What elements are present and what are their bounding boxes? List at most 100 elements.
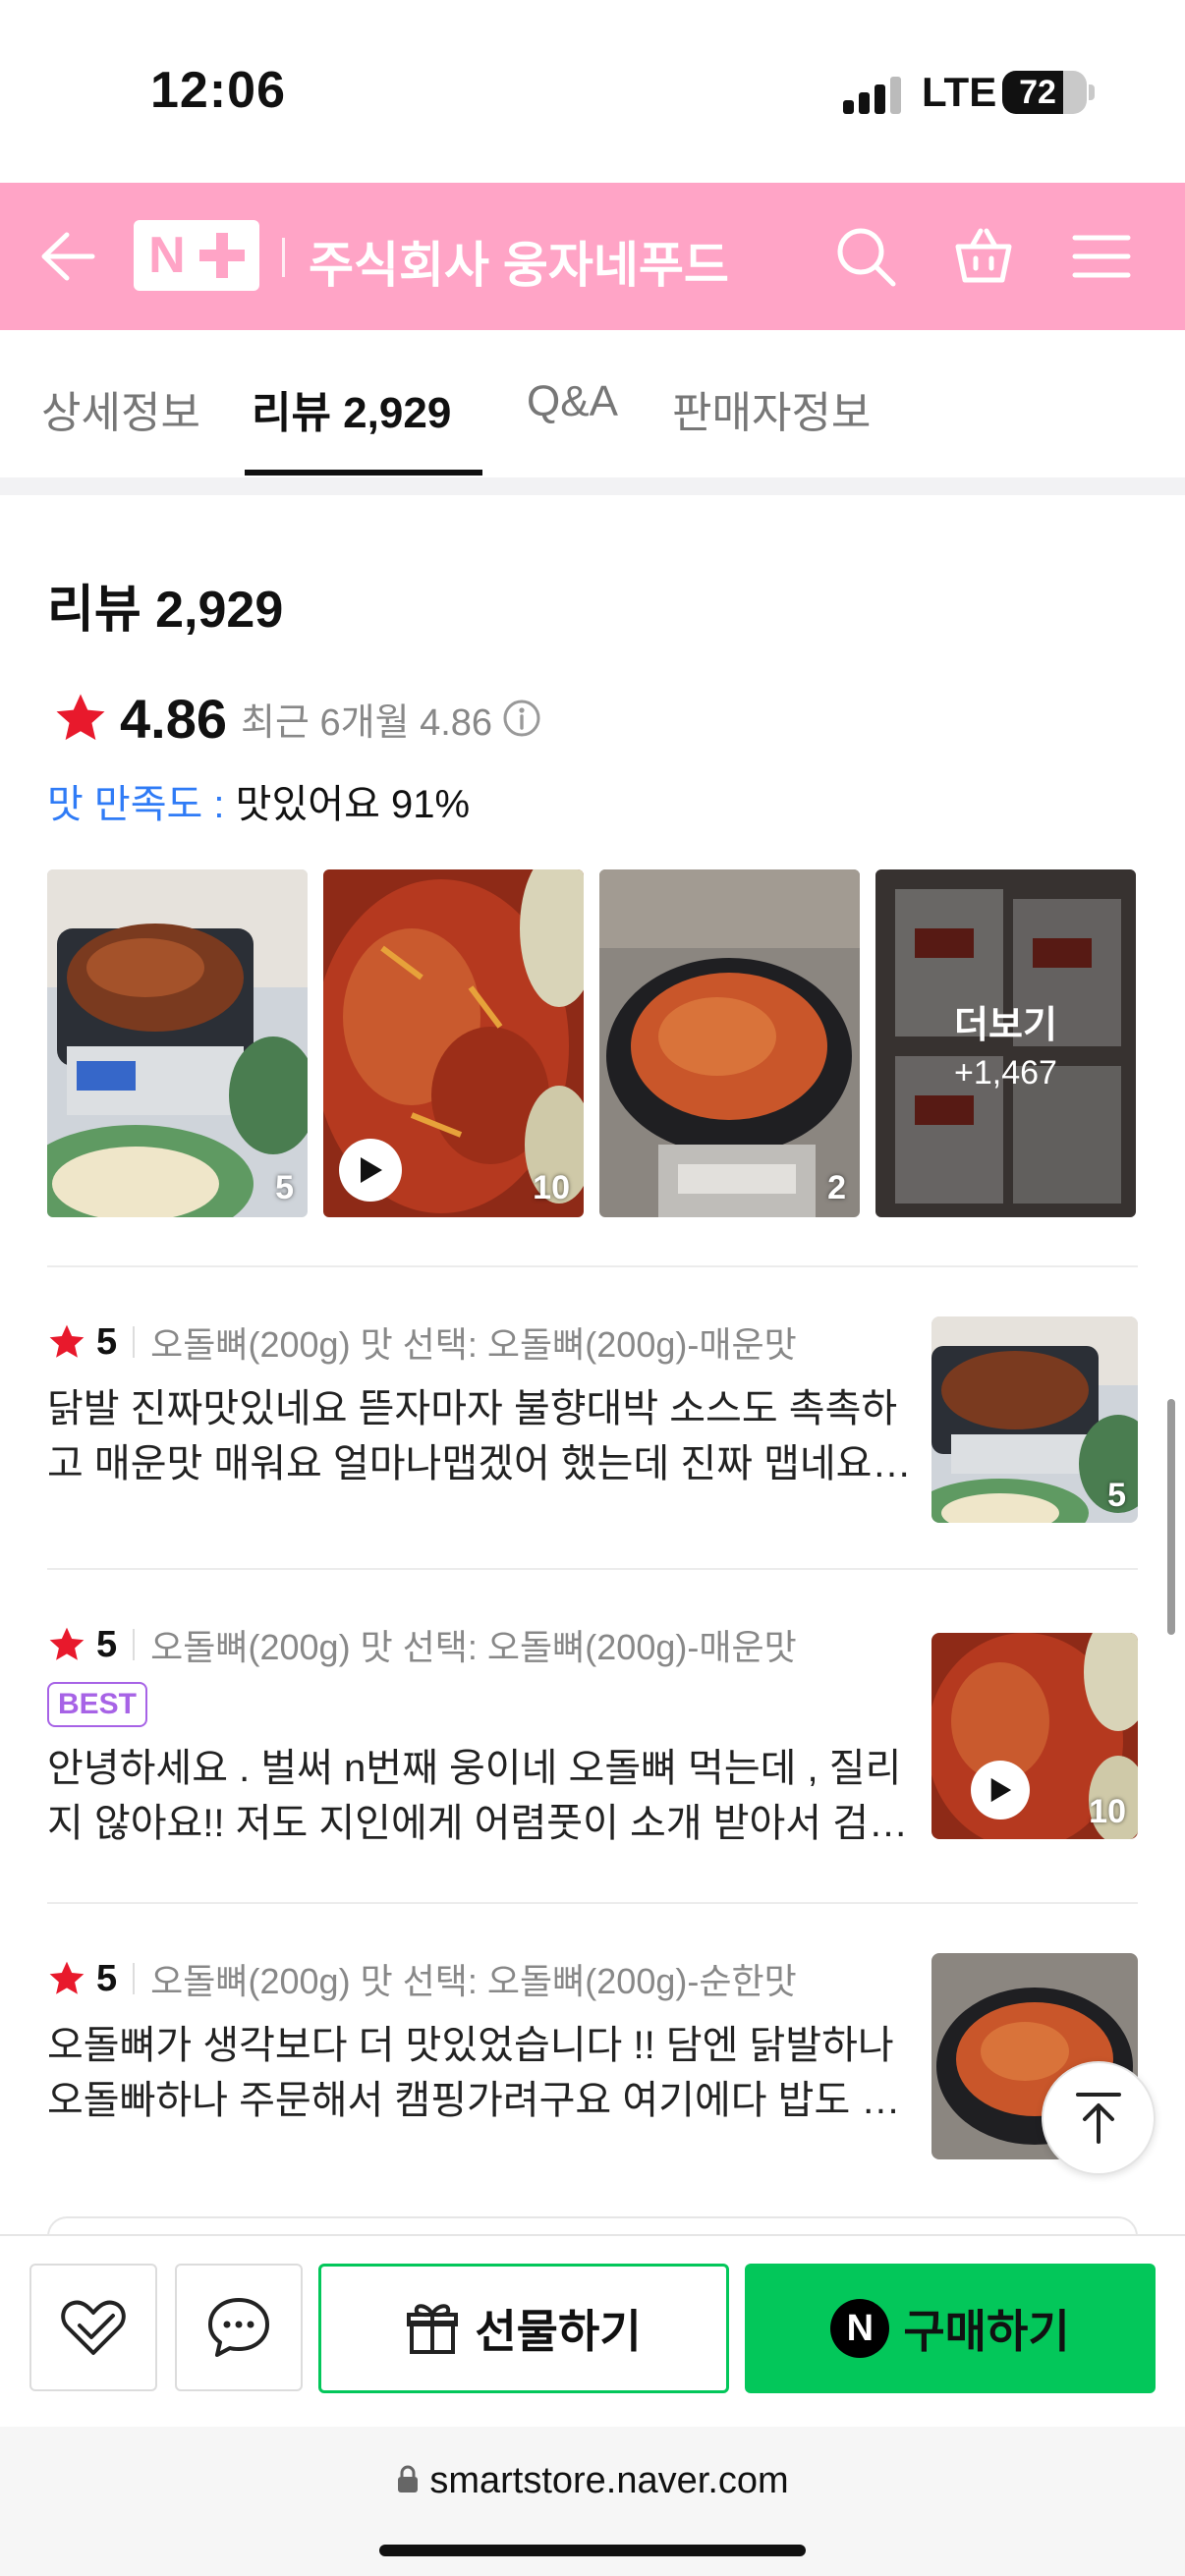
battery-percent: 72 xyxy=(1019,74,1056,111)
taste-satisfaction: 맛 만족도 : 맛있어요 91% xyxy=(47,772,470,829)
review-score: 5 xyxy=(96,1623,118,1665)
scroll-to-top-button[interactable] xyxy=(1042,2061,1156,2175)
arrow-up-to-top-icon xyxy=(1076,2093,1121,2144)
header-separator xyxy=(282,238,285,277)
star-icon xyxy=(56,694,105,741)
review-text: 오돌뼈가 생각보다 더 맛있었습니다 !! 담엔 닭발하나 오돌빠하나 주문해서… xyxy=(47,2018,912,2128)
play-icon xyxy=(361,1157,382,1183)
heart-check-icon xyxy=(61,2300,126,2355)
review-photo[interactable]: 5 xyxy=(47,869,308,1217)
meta-separator xyxy=(133,1629,136,1660)
review-photo[interactable]: 2 xyxy=(599,869,860,1217)
review-item[interactable]: 5 오돌뼈(200g) 맛 선택: 오돌뼈(200g)-매운맛 닭발 진짜맛있네… xyxy=(47,1316,1138,1523)
home-indicator[interactable] xyxy=(379,2545,806,2556)
review-video[interactable]: 10 xyxy=(323,869,584,1217)
tab-seller-info[interactable]: 판매자정보 xyxy=(672,377,871,440)
tab-reviews[interactable]: 리뷰 2,929 xyxy=(252,377,451,440)
review-item[interactable]: 5 오돌뼈(200g) 맛 선택: 오돌뼈(200g)-순한맛 오돌뼈가 생각보… xyxy=(47,1953,1138,2159)
search-icon xyxy=(837,228,896,287)
average-score: 4.86 xyxy=(120,687,227,750)
shopping-bag-icon xyxy=(955,228,1012,283)
play-icon xyxy=(990,1777,1012,1803)
review-line: 닭발 진짜맛있네요 뜯자마자 불향대박 소스도 촉촉하 xyxy=(47,1387,898,1430)
review-line: 오돌빠하나 주문해서 캠핑가려구요 여기에다 밥도 … xyxy=(47,2079,901,2122)
battery-icon: 72 xyxy=(1002,71,1087,114)
review-line: 안녕하세요 . 벌써 n번째 웅이네 오돌뼈 먹는데 , 질리 xyxy=(47,1747,902,1790)
purchase-action-bar: 선물하기 N 구매하기 xyxy=(0,2234,1185,2427)
cart-button[interactable] xyxy=(939,212,1028,301)
cellular-signal-icon xyxy=(843,75,902,114)
gift-icon xyxy=(407,2304,459,2354)
meta-separator xyxy=(133,1963,136,1994)
photo-count: 5 xyxy=(1107,1477,1126,1514)
meta-separator xyxy=(133,1326,136,1358)
star-icon xyxy=(49,1961,85,1994)
gift-label: 선물하기 xyxy=(475,2306,642,2357)
star-icon xyxy=(49,1324,85,1358)
buy-label: 구매하기 xyxy=(903,2306,1070,2357)
active-tab-indicator xyxy=(245,470,482,476)
search-button[interactable] xyxy=(821,212,910,301)
store-header: N 주식회사 웅자네푸드 xyxy=(0,183,1185,330)
tab-detail[interactable]: 상세정보 xyxy=(41,377,200,440)
food-photo-image xyxy=(599,869,860,1217)
photo-count: 5 xyxy=(275,1169,294,1206)
naver-plus-logo[interactable]: N xyxy=(134,220,259,291)
tab-qna[interactable]: Q&A xyxy=(527,377,618,426)
naver-pay-logo: N xyxy=(830,2299,890,2358)
product-tabs: 상세정보 리뷰 2,929 Q&A 판매자정보 xyxy=(0,330,1185,477)
review-line: 지 않아요!! 저도 지인에게 어렴풋이 소개 받아서 검… xyxy=(47,1802,909,1845)
review-meta: 5 오돌뼈(200g) 맛 선택: 오돌뼈(200g)-매운맛 xyxy=(47,1619,797,1670)
back-arrow-icon xyxy=(41,232,95,281)
satisfaction-value: 맛있어요 91% xyxy=(235,783,471,826)
review-section-title: 리뷰 2,929 xyxy=(47,582,284,639)
review-option: 오돌뼈(200g) 맛 선택: 오돌뼈(200g)-순한맛 xyxy=(150,1961,797,2001)
review-line: 고 매운맛 매워요 얼마나맵겠어 했는데 진짜 맵네요… xyxy=(47,1442,912,1485)
divider xyxy=(47,1265,1138,1267)
url-display[interactable]: smartstore.naver.com xyxy=(0,2460,1185,2502)
rating-summary: 4.86 최근 6개월 4.86 xyxy=(53,684,541,753)
photo-count: 2 xyxy=(827,1169,846,1206)
more-overlay: 더보기 +1,467 xyxy=(875,869,1136,1217)
chat-bubble-icon xyxy=(208,2298,269,2357)
star-icon xyxy=(49,1627,85,1660)
browser-url-bar[interactable]: smartstore.naver.com xyxy=(0,2427,1185,2576)
review-option: 오돌뼈(200g) 맛 선택: 오돌뼈(200g)-매운맛 xyxy=(150,1627,797,1667)
review-score: 5 xyxy=(96,1320,118,1363)
store-name[interactable]: 주식회사 웅자네푸드 xyxy=(309,226,729,297)
review-thumbnail[interactable]: 5 xyxy=(931,1316,1138,1523)
battery-cap xyxy=(1089,84,1095,100)
network-type: LTE xyxy=(922,69,997,115)
gift-button[interactable]: 선물하기 xyxy=(318,2264,729,2393)
url-text: smartstore.naver.com xyxy=(429,2460,789,2501)
review-meta: 5 오돌뼈(200g) 맛 선택: 오돌뼈(200g)-순한맛 xyxy=(47,1953,797,2004)
wishlist-button[interactable] xyxy=(29,2264,157,2391)
review-text: 닭발 진짜맛있네요 뜯자마자 불향대박 소스도 촉촉하 고 매운맛 매워요 얼마… xyxy=(47,1381,912,1491)
play-button[interactable] xyxy=(339,1139,402,1202)
buy-button[interactable]: N 구매하기 xyxy=(745,2264,1156,2393)
best-badge: BEST xyxy=(47,1682,147,1727)
review-score: 5 xyxy=(96,1957,118,1999)
more-photos[interactable]: 더보기 +1,467 xyxy=(875,869,1136,1217)
back-button[interactable] xyxy=(24,212,112,301)
review-option: 오돌뼈(200g) 맛 선택: 오돌뼈(200g)-매운맛 xyxy=(150,1324,797,1365)
talktalk-chat-button[interactable] xyxy=(175,2264,303,2391)
more-label: 더보기 xyxy=(954,1005,1057,1046)
info-icon[interactable] xyxy=(502,699,541,738)
divider xyxy=(47,1902,1138,1904)
scrollbar[interactable] xyxy=(1167,1399,1175,1635)
review-thumbnail[interactable]: 10 xyxy=(931,1633,1138,1839)
photo-count: 10 xyxy=(533,1169,570,1206)
divider xyxy=(47,1568,1138,1570)
plus-icon xyxy=(198,233,245,278)
more-count: +1,467 xyxy=(954,1054,1057,1092)
food-photo-image xyxy=(47,869,308,1217)
review-item[interactable]: 5 오돌뼈(200g) 맛 선택: 오돌뼈(200g)-매운맛 BEST 안녕하… xyxy=(47,1619,1138,1845)
review-meta: 5 오돌뼈(200g) 맛 선택: 오돌뼈(200g)-매운맛 xyxy=(47,1316,797,1368)
status-bar: 12:06 LTE 72 xyxy=(0,0,1185,183)
lock-icon xyxy=(398,2465,419,2492)
hamburger-menu-icon xyxy=(1072,235,1131,278)
review-text: 안녕하세요 . 벌써 n번째 웅이네 오돌뼈 먹는데 , 질리 지 않아요!! … xyxy=(47,1741,912,1851)
menu-button[interactable] xyxy=(1057,212,1146,301)
play-button[interactable] xyxy=(971,1761,1030,1820)
